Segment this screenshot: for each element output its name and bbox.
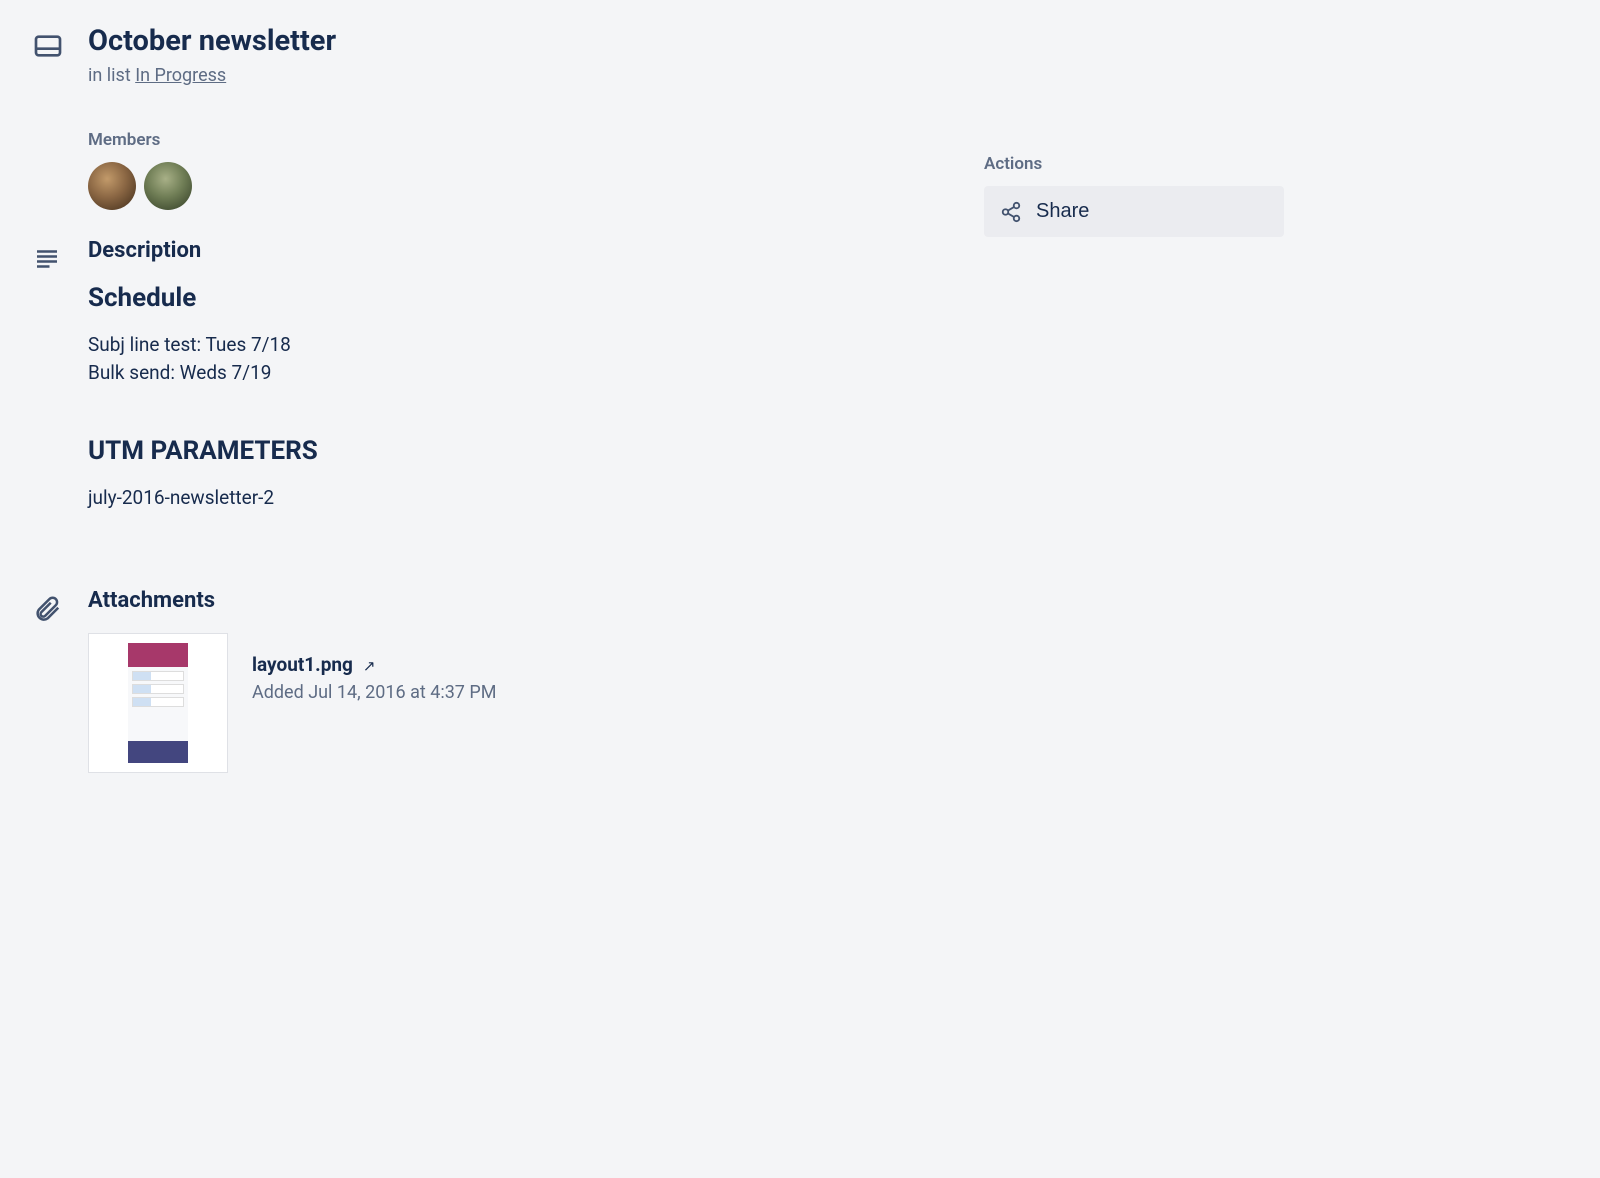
share-button[interactable]: Share xyxy=(984,186,1284,237)
description-icon xyxy=(32,238,66,561)
attachment-thumbnail[interactable] xyxy=(88,633,228,773)
desc-line: Subj line test: Tues 7/18 xyxy=(88,331,952,360)
description-body[interactable]: Schedule Subj line test: Tues 7/18 Bulk … xyxy=(88,283,952,513)
attachments-section-title: Attachments xyxy=(88,588,952,613)
member-avatar-1[interactable] xyxy=(88,162,136,210)
members-label: Members xyxy=(88,130,952,150)
desc-line: july-2016-newsletter-2 xyxy=(88,484,952,513)
desc-line: Bulk send: Weds 7/19 xyxy=(88,359,952,388)
in-list-text: in list In Progress xyxy=(88,65,952,86)
attachments-icon xyxy=(32,588,66,773)
attachment-item[interactable]: layout1.png ↗ Added Jul 14, 2016 at 4:37… xyxy=(88,633,952,773)
members-row xyxy=(88,162,952,210)
member-avatar-2[interactable] xyxy=(144,162,192,210)
attachment-name[interactable]: layout1.png xyxy=(252,653,353,676)
card-icon xyxy=(32,24,66,210)
desc-heading-utm: UTM PARAMETERS xyxy=(88,436,952,466)
card-title[interactable]: October newsletter xyxy=(88,24,952,59)
actions-label: Actions xyxy=(984,154,1284,174)
in-list-prefix: in list xyxy=(88,65,135,86)
description-section-title: Description xyxy=(88,238,952,263)
share-icon xyxy=(1000,201,1022,223)
desc-heading-schedule: Schedule xyxy=(88,283,952,313)
external-link-icon[interactable]: ↗ xyxy=(363,657,376,675)
share-label: Share xyxy=(1036,200,1089,223)
attachment-meta: Added Jul 14, 2016 at 4:37 PM xyxy=(252,682,496,703)
in-list-link[interactable]: In Progress xyxy=(135,65,226,86)
